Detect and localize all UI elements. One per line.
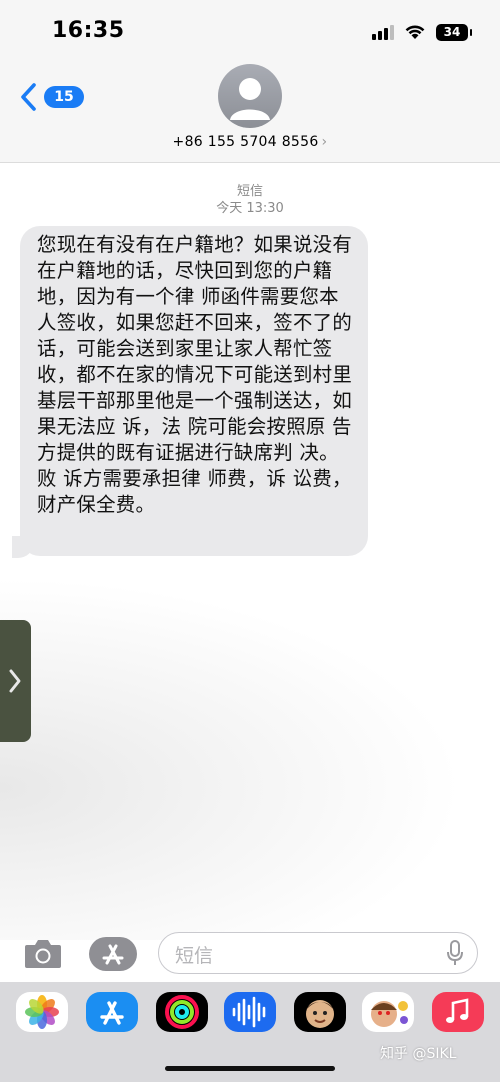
back-button[interactable]: 15 xyxy=(18,82,84,112)
message-input-placeholder: 短信 xyxy=(175,945,214,967)
message-timestamp: 今天 13:30 xyxy=(216,201,284,216)
unread-count-badge: 15 xyxy=(44,86,84,108)
battery-icon: 34 xyxy=(436,23,472,41)
chevron-left-icon xyxy=(21,83,36,111)
contact-chevron-icon: › xyxy=(321,134,328,150)
contact-avatar[interactable] xyxy=(218,64,282,128)
app-store-icon[interactable] xyxy=(86,992,138,1032)
activity-icon[interactable] xyxy=(156,992,208,1032)
message-input[interactable]: 短信 xyxy=(158,932,478,974)
message-text: 您现在有没有在户籍地？如果说没有在户籍地的话，尽快回到您的户籍地，因为有一个律 … xyxy=(37,233,353,516)
memoji-stickers-icon[interactable] xyxy=(362,992,414,1032)
person-icon xyxy=(230,78,270,120)
status-time: 16:35 xyxy=(52,18,125,43)
music-icon[interactable] xyxy=(432,992,484,1032)
microphone-icon[interactable] xyxy=(447,940,463,966)
status-icons: 34 xyxy=(372,20,472,44)
voice-memos-icon[interactable] xyxy=(224,992,276,1032)
memoji-icon[interactable] xyxy=(294,992,346,1032)
home-indicator[interactable] xyxy=(165,1066,335,1071)
contact-name[interactable]: +86 155 5704 8556 › xyxy=(0,134,500,150)
photos-icon[interactable] xyxy=(16,992,68,1032)
contact-number: +86 155 5704 8556 xyxy=(172,134,319,150)
camera-icon xyxy=(25,940,61,968)
apps-button[interactable] xyxy=(89,937,137,971)
watermark: 知乎 @SIKL xyxy=(380,1046,457,1062)
cellular-signal-icon xyxy=(372,24,394,40)
side-panel-handle[interactable] xyxy=(0,620,31,742)
app-store-icon xyxy=(102,944,124,965)
background-gradient xyxy=(0,560,500,940)
wifi-icon xyxy=(405,25,425,39)
chevron-right-icon xyxy=(9,669,21,693)
camera-button[interactable] xyxy=(23,936,63,970)
